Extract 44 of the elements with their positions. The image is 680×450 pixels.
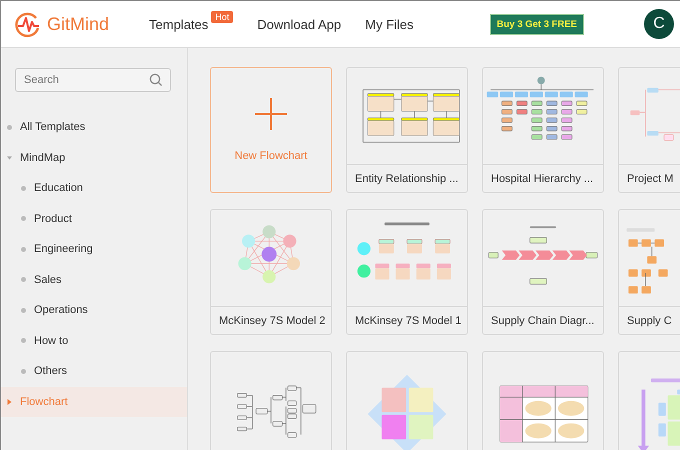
search-icon [149, 73, 163, 87]
bullet-icon [21, 277, 26, 282]
bullet-icon [21, 308, 26, 313]
template-card[interactable]: Hospital Hierarchy ... [482, 67, 604, 193]
sidebar-item[interactable]: Education [1, 173, 187, 204]
bullet-icon [21, 216, 26, 222]
bullet-icon [21, 338, 26, 344]
card-title: Project M [619, 164, 680, 192]
nav-link[interactable]: Download App [257, 16, 342, 32]
avatar[interactable]: C [644, 9, 674, 39]
card-title: McKinsey 7S Model 1 [347, 306, 467, 334]
plus-icon [255, 98, 287, 130]
template-card[interactable] [346, 351, 468, 450]
template-card[interactable] [210, 351, 332, 450]
sidebar-item[interactable]: Product [1, 204, 187, 234]
template-card[interactable] [482, 351, 604, 450]
nav-link[interactable]: My Files [365, 16, 414, 32]
card-title: Hospital Hierarchy ... [483, 164, 603, 192]
card-title: Supply C [619, 306, 680, 334]
template-card[interactable]: Supply C [618, 209, 680, 335]
nav-link[interactable]: Templates [149, 16, 208, 32]
promo-banner[interactable]: Buy 3 Get 3 FREE [490, 14, 584, 34]
sidebar-item[interactable]: Operations [1, 295, 187, 326]
bullet-icon [21, 246, 26, 252]
sidebar-item[interactable]: Sales [1, 264, 187, 295]
template-card[interactable]: Supply Chain Diagr... [482, 209, 604, 335]
card-title: Entity Relationship ... [347, 164, 467, 192]
bullet-icon [21, 368, 26, 374]
template-card[interactable]: Entity Relationship ... [346, 67, 468, 193]
bullet-icon [7, 124, 12, 130]
card-title: McKinsey 7S Model 2 [211, 306, 331, 334]
template-card[interactable]: McKinsey 7S Model 1 [346, 209, 468, 335]
sidebar-item[interactable]: MindMap [1, 142, 187, 173]
sidebar-item[interactable]: Others [1, 356, 187, 386]
logo-text: GitMind [47, 14, 110, 34]
sidebar-item[interactable]: Engineering [1, 234, 187, 264]
search-field[interactable]: Search [15, 68, 171, 92]
template-card[interactable]: McKinsey 7S Model 2 [210, 209, 332, 335]
sidebar-item[interactable]: How to [1, 326, 187, 356]
hot-badge: Hot [211, 10, 234, 22]
bullet-icon [21, 186, 26, 191]
sidebar-item[interactable]: All Templates [1, 112, 187, 142]
template-card[interactable]: Project M [618, 67, 680, 193]
card-title: Supply Chain Diagr... [483, 306, 603, 334]
